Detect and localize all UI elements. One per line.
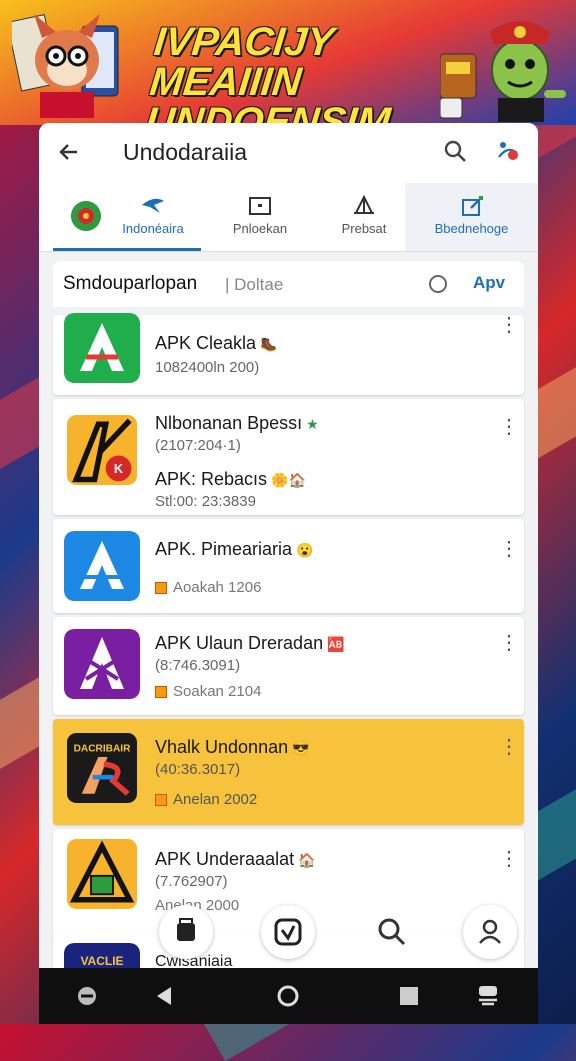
more-options-icon[interactable]: ⋮	[499, 633, 519, 653]
tab-bbednehoge[interactable]: Bbednehoge	[405, 183, 538, 251]
search-icon[interactable]	[443, 139, 467, 165]
star-icon: ★	[306, 415, 319, 432]
app-name-secondary: APK: Rebacıs 🌼🏠	[155, 469, 306, 490]
assistant-icon[interactable]	[476, 984, 500, 1008]
app-name: Vhalk Undonnan 😎	[155, 737, 310, 758]
filter-sublabel[interactable]: | Doltae	[225, 275, 283, 295]
more-options-icon[interactable]: ⋮	[499, 539, 519, 559]
app-name: APK Underaaalat 🏠	[155, 849, 316, 870]
app-icon: DACRIBAIR	[67, 733, 137, 803]
app-name-text: APK Cleakla	[155, 333, 257, 353]
bird-logo-icon	[142, 198, 164, 213]
app-icon: VACLIE	[64, 943, 140, 968]
tab-bar: Indonéaira Pnloekan Prebsat Bbednehoge	[39, 183, 538, 252]
app-meta: 1082400ln 200)	[155, 359, 260, 376]
tab-label: Pnloekan	[232, 221, 288, 236]
promo-banner: IVPACIJY MEAIIIN UNDOENSIM	[0, 0, 576, 144]
app-name-text: APK Underaaalat	[155, 849, 295, 869]
more-options-icon[interactable]: ⋮	[499, 315, 519, 335]
floating-action-bar	[157, 905, 517, 965]
back-triangle-icon[interactable]	[153, 984, 177, 1008]
app-icon: K	[67, 415, 137, 485]
app-name: APK Cleakla 🥾	[155, 333, 278, 354]
badge-icon: 🌼🏠	[271, 471, 306, 488]
more-options-icon[interactable]: ⋮	[499, 417, 519, 437]
app-icon-label: DACRIBAIR	[74, 743, 131, 754]
tab-indonesia[interactable]: Indonéaira	[53, 183, 201, 251]
app-name-text: APK Ulaun Dreradan	[155, 633, 324, 653]
badge-icon: 🥾	[260, 335, 278, 352]
search-icon[interactable]	[365, 905, 419, 959]
app-tag: Anelan 2002	[155, 791, 257, 808]
app-list-item-highlighted[interactable]: DACRIBAIR Vhalk Undonnan 😎 (40:36.3017) A…	[53, 719, 524, 825]
shopping-bag-icon[interactable]	[159, 905, 213, 959]
tab-label: Bbednehoge	[434, 221, 509, 236]
app-list-item[interactable]: APK Cleakla 🥾 1082400ln 200) ⋮	[53, 313, 524, 395]
system-nav-bar	[39, 968, 538, 1024]
tab-prebsat[interactable]: Prebsat	[315, 183, 413, 251]
tag-text: Soakan 2104	[173, 683, 262, 700]
tag-text: Aoakah 1206	[173, 579, 262, 596]
apply-button[interactable]: Apv	[473, 273, 505, 293]
more-options-icon[interactable]: ⋮	[499, 849, 519, 869]
app-list-item[interactable]: K Nlbonanan Bpessı ★ (2107:204·1) APK: Re…	[53, 399, 524, 515]
app-name-text: APK. Pimeariaria	[155, 539, 293, 559]
ship-icon	[354, 195, 374, 214]
app-icon	[64, 629, 140, 699]
filter-bar: Smdouparlopan | Doltae Apv	[53, 261, 524, 307]
app-bar: Undodaraiia	[39, 123, 538, 183]
shield-check-icon[interactable]	[261, 905, 315, 959]
app-meta: (2107:204·1)	[155, 437, 241, 454]
mascot-turtle-icon	[440, 21, 566, 122]
app-icon	[64, 313, 140, 383]
app-meta: (7.762907)	[155, 873, 228, 890]
badge-icon: 😎	[292, 739, 310, 756]
app-name-text: APK: Rebacıs	[155, 469, 268, 489]
filter-label: Smdouparlopan	[63, 273, 198, 294]
tab-pnloekan[interactable]: Pnloekan	[211, 183, 309, 251]
recent-apps-icon[interactable]	[75, 984, 99, 1008]
badge-icon: 😮	[296, 541, 314, 558]
app-icon	[67, 839, 137, 909]
app-name-text: Nlbonanan Bpessı	[155, 413, 303, 433]
indonesia-flag-icon	[71, 201, 101, 231]
tag-square-icon	[155, 794, 167, 807]
tag-square-icon	[155, 686, 167, 699]
badge-icon: 🆎	[327, 635, 345, 652]
home-circle-icon[interactable]	[276, 984, 300, 1008]
mascot-fox-icon	[12, 14, 119, 118]
app-meta: (8:746.3091)	[155, 657, 241, 674]
edit-icon	[461, 196, 483, 216]
app-name: APK Ulaun Dreradan 🆎	[155, 633, 345, 654]
app-tag: Soakan 2104	[155, 683, 261, 700]
badge-icon: 🏠	[298, 851, 316, 868]
overview-square-icon[interactable]	[397, 984, 421, 1008]
svg-text:K: K	[114, 461, 124, 476]
app-meta: Stl:00: 23:3839	[155, 493, 256, 510]
app-icon-label: VACLIE	[80, 954, 123, 968]
app-list-item[interactable]: APK. Pimeariaria 😮 Aoakah 1206 ⋮	[53, 519, 524, 613]
app-name-text: Vhalk Undonnan	[155, 737, 289, 757]
more-options-icon[interactable]: ⋮	[499, 737, 519, 757]
tag-text: Anelan 2002	[173, 791, 258, 808]
app-icon	[64, 531, 140, 601]
banner-title-line1: IVPACIJY MEAIIIN	[147, 20, 336, 104]
window-icon	[249, 197, 271, 215]
page-title: Undodaraiia	[123, 139, 248, 165]
clock-icon[interactable]	[429, 275, 447, 293]
app-name: Nlbonanan Bpessı ★	[155, 413, 319, 434]
tab-label: Indonéaira	[122, 221, 184, 236]
app-screen: Undodaraiia Indonéaira Pnloekan Prebsat …	[39, 123, 538, 968]
app-name: APK. Pimeariaria 😮	[155, 539, 314, 560]
share-icon[interactable]	[495, 139, 521, 165]
active-tab-indicator	[53, 248, 201, 251]
tab-label: Prebsat	[341, 221, 387, 236]
user-icon[interactable]	[463, 905, 517, 959]
app-meta: (40:36.3017)	[155, 761, 241, 778]
app-list-item[interactable]: APK Ulaun Dreradan 🆎 (8:746.3091) Soakan …	[53, 617, 524, 715]
app-tag: Aoakah 1206	[155, 579, 261, 596]
tag-square-icon	[155, 582, 167, 595]
arrow-left-icon[interactable]	[57, 137, 81, 167]
